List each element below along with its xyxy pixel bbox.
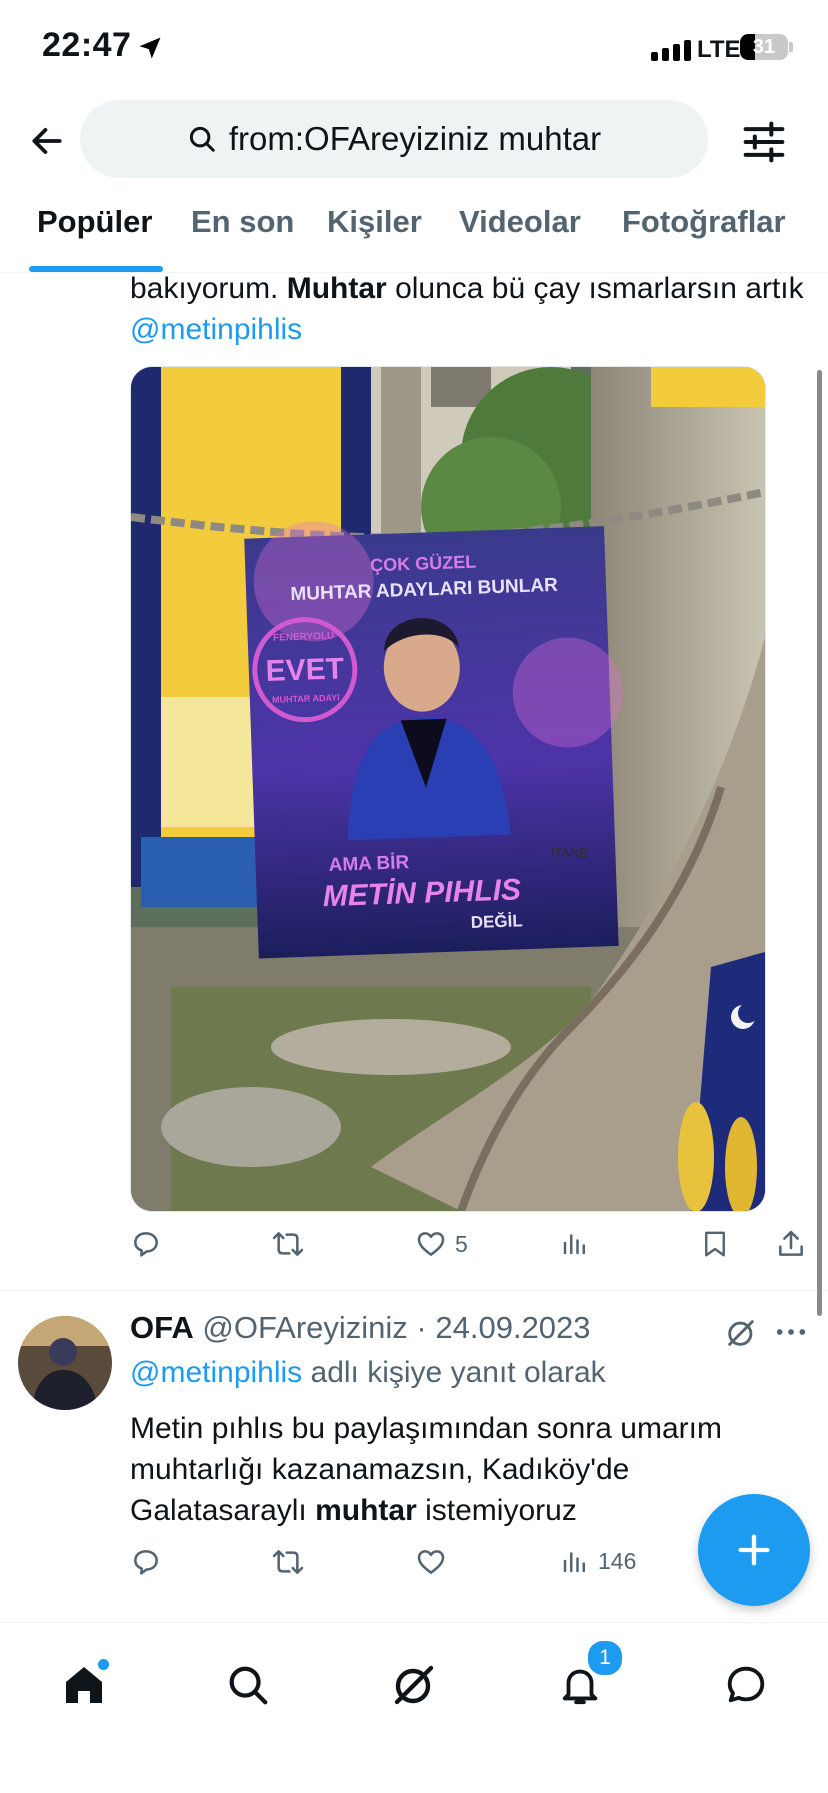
tweet-header: OFA @OFAreyiziniz · 24.09.2023 <box>130 1310 591 1346</box>
search-icon <box>189 126 215 152</box>
home-unread-dot <box>98 1659 109 1670</box>
nav-messages[interactable] <box>718 1657 774 1713</box>
author-handle[interactable]: @OFAreyiziniz <box>202 1310 407 1345</box>
search-icon <box>229 1666 268 1705</box>
tweet-text-part: olunca bü çay ısmarlarsın artık <box>386 272 804 305</box>
tab-latest[interactable]: En son <box>191 204 294 240</box>
header-separator: · <box>407 1310 436 1345</box>
mention-link[interactable]: @metinpihlis <box>130 1356 302 1389</box>
reply-icon <box>134 1232 158 1257</box>
like-button[interactable]: 5 <box>415 1228 468 1260</box>
share-icon <box>779 1230 803 1256</box>
tweet-text: bakıyorum. Muhtar olunca bü çay ısmarlar… <box>130 268 810 350</box>
like-button[interactable] <box>415 1546 447 1578</box>
poster-line-4: METİN PIHLIS <box>322 873 521 913</box>
tweet-actions: 5 <box>130 1228 810 1268</box>
analytics-icon <box>563 1234 585 1255</box>
tweet-text: Metin pıhlıs bu paylaşımından sonra umar… <box>130 1408 770 1531</box>
tweet-date[interactable]: 24.09.2023 <box>435 1310 590 1345</box>
poster-line-5: DEĞİL <box>470 911 523 932</box>
search-query: from:OFAreyiziniz muhtar <box>228 120 602 157</box>
poster-line-3: AMA BİR <box>328 852 410 876</box>
views-button[interactable] <box>560 1228 590 1258</box>
photo-illustration: ÇOK GÜZEL MUHTAR ADAYLARI BUNLAR FENERYO… <box>131 367 765 1211</box>
location-arrow-icon <box>139 37 161 59</box>
retweet-button[interactable] <box>270 1228 306 1260</box>
mention-link[interactable]: @metinpihlis <box>130 313 302 346</box>
retweet-icon <box>272 1232 304 1256</box>
network-label: LTE <box>697 36 741 63</box>
retweet-button[interactable] <box>270 1546 306 1578</box>
tab-photos[interactable]: Fotoğraflar <box>622 204 786 240</box>
status-time: 22:47 <box>42 26 132 64</box>
author-name[interactable]: OFA <box>130 1310 194 1345</box>
bookmark-button[interactable] <box>700 1228 730 1260</box>
side-sign-text: ITANE <box>551 845 589 860</box>
plus-icon <box>738 1534 770 1566</box>
tweet-divider <box>0 1290 828 1291</box>
tweet-photo[interactable]: ÇOK GÜZEL MUHTAR ADAYLARI BUNLAR FENERYO… <box>130 366 766 1212</box>
reply-button[interactable] <box>130 1546 162 1578</box>
highlighted-keyword: Muhtar <box>286 272 387 305</box>
views-count: 146 <box>598 1547 637 1574</box>
back-arrow-icon[interactable] <box>28 122 66 160</box>
grok-icon[interactable] <box>724 1316 758 1350</box>
poster-line-1: ÇOK GÜZEL <box>370 552 477 576</box>
avatar[interactable] <box>18 1316 112 1410</box>
heart-icon <box>417 1232 445 1256</box>
scrollbar[interactable] <box>817 370 822 1316</box>
reply-icon <box>134 1550 158 1575</box>
nav-home[interactable] <box>56 1657 112 1713</box>
battery-icon: 31 <box>740 34 788 60</box>
battery-level: 31 <box>752 36 776 58</box>
tweet-text-part: istemiyoruz <box>416 1494 577 1527</box>
analytics-icon <box>563 1552 585 1573</box>
tweet-text-part: bakıyorum. <box>130 272 287 305</box>
signal-icon <box>651 40 691 61</box>
like-count: 5 <box>455 1230 468 1257</box>
views-button[interactable]: 146 <box>560 1546 636 1576</box>
notification-badge: 1 <box>586 1639 624 1677</box>
bookmark-icon <box>705 1231 725 1257</box>
more-options-icon[interactable] <box>774 1322 808 1342</box>
seal-center-text: EVET <box>265 652 344 688</box>
messages-icon <box>727 1666 765 1703</box>
reply-context: @metinpihlis adlı kişiye yanıt olarak <box>130 1356 606 1390</box>
share-button[interactable] <box>775 1228 807 1260</box>
tweet-actions: 146 <box>130 1546 690 1586</box>
tab-people[interactable]: Kişiler <box>327 204 422 240</box>
retweet-icon <box>272 1550 304 1574</box>
search-input[interactable]: from:OFAreyiziniz muhtar <box>80 100 708 178</box>
avatar-image <box>18 1316 112 1410</box>
highlighted-keyword: muhtar <box>315 1494 417 1527</box>
nav-search[interactable] <box>220 1657 276 1713</box>
reply-context-text: adlı kişiye yanıt olarak <box>302 1356 606 1389</box>
search-tabs: Popüler En son Kişiler Videolar Fotoğraf… <box>0 204 828 272</box>
battery-cap <box>789 42 793 52</box>
heart-icon <box>417 1550 445 1574</box>
tab-videos[interactable]: Videolar <box>459 204 581 240</box>
nav-grok[interactable] <box>386 1657 442 1713</box>
compose-button[interactable] <box>698 1494 810 1606</box>
bottom-navigation: 1 <box>0 1622 828 1793</box>
seal-top-text: FENERYOLU <box>273 631 335 644</box>
grok-icon <box>394 1665 434 1705</box>
tab-popular[interactable]: Popüler <box>37 204 152 240</box>
filter-settings-icon[interactable] <box>742 120 786 164</box>
reply-button[interactable] <box>130 1228 162 1260</box>
